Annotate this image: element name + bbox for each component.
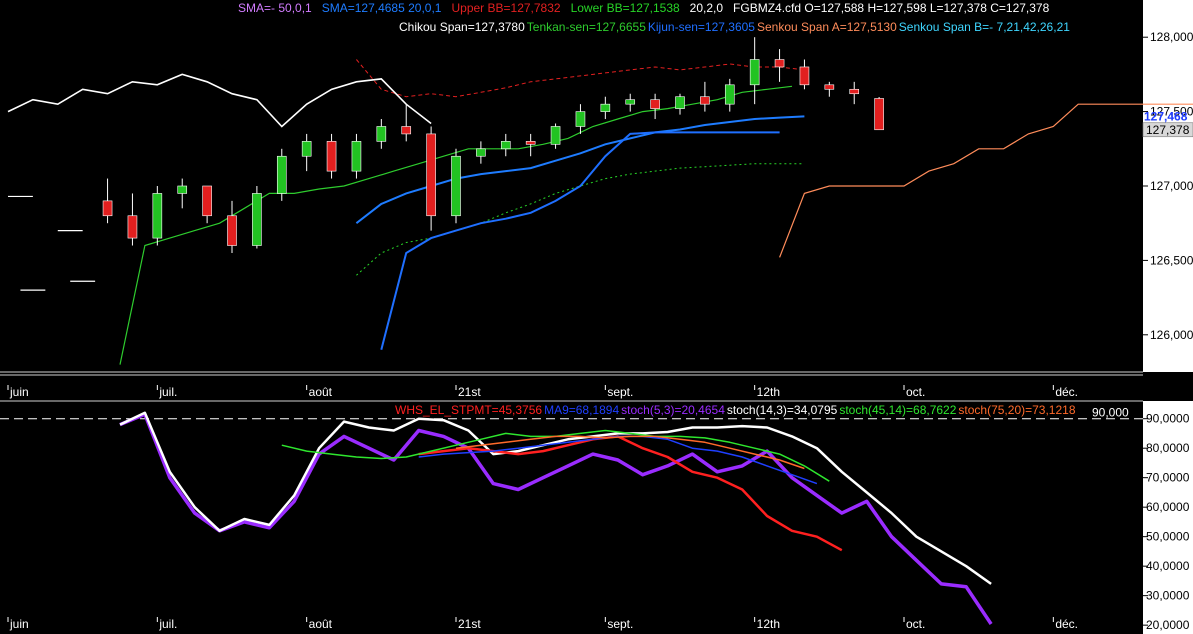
candle[interactable] (127, 215, 138, 239)
date-label: oct. (906, 617, 925, 631)
candle[interactable] (724, 84, 735, 105)
candle[interactable] (102, 200, 113, 217)
legend-entry: stoch(75,20)=73,1218 (958, 403, 1075, 417)
candle[interactable] (675, 96, 685, 109)
legend-entry: Kijun-sen=127,3605 (648, 20, 755, 34)
price-tick-label: 127,000 (1150, 179, 1193, 193)
candle[interactable] (799, 66, 810, 86)
legend-entry: Senkou Span B=- 7,21,42,26,21 (899, 20, 1070, 34)
legend-entry: Chikou Span=127,3780 (399, 20, 525, 34)
osc-tick-label: 80,0000 (1146, 441, 1190, 455)
level-90-label: 90,000 (1092, 406, 1129, 420)
date-label: 12th (757, 617, 780, 631)
osc-tick-label: 40,0000 (1146, 559, 1190, 573)
candle[interactable] (774, 59, 785, 68)
price-tick-label: 128,000 (1150, 30, 1193, 44)
legend-entry: FGBMZ4.cfd O=127,588 H=127,598 L=127,378… (733, 1, 1050, 15)
candle[interactable] (749, 59, 760, 86)
series-upper-bb[interactable] (356, 59, 805, 98)
legend-entry: MA9=68,1894 (544, 403, 619, 417)
candle[interactable] (451, 155, 461, 217)
series-lower-bb[interactable] (356, 163, 805, 276)
date-label: déc. (1055, 385, 1078, 399)
candle[interactable] (351, 141, 362, 172)
series-senkou-span-a[interactable] (779, 103, 1193, 258)
date-label: août (309, 617, 333, 631)
candle[interactable] (401, 126, 412, 135)
candle[interactable] (525, 141, 536, 145)
legend-entry: SMA=- 50,0,1 (238, 1, 312, 15)
candle[interactable] (376, 126, 387, 142)
last-price-label: 127,378 (1146, 123, 1190, 137)
osc-tick-label: 20,0000 (1146, 618, 1190, 632)
date-label: oct. (906, 385, 925, 399)
candle[interactable] (849, 88, 860, 95)
date-label: 12th (757, 385, 780, 399)
legend-entry: stoch(14,3)=34,0795 (727, 403, 838, 417)
candle[interactable] (202, 185, 212, 217)
candle[interactable] (575, 111, 586, 127)
oscillator-panel[interactable]: 90,000 (0, 406, 1143, 625)
legend-entry: Senkou Span A=127,5130 (757, 20, 897, 34)
price-legend-row1: SMA=- 50,0,1 SMA=127,4685 20,0,1 Upper BB=… (238, 1, 1050, 15)
date-label: sept. (607, 617, 633, 631)
candle[interactable] (476, 148, 486, 157)
date-axis-bottom: juin juil. août 21st sept. 12th oct. déc. (7, 617, 1078, 631)
osc-series-stoch-14-3-[interactable] (119, 411, 992, 585)
osc-tick-label: 50,0000 (1146, 530, 1190, 544)
candle[interactable] (252, 193, 262, 246)
date-label: déc. (1055, 617, 1078, 631)
osc-series-stoch-5-3-[interactable] (119, 412, 993, 625)
legend-entry: 20,2,0 (690, 1, 724, 15)
candle[interactable] (500, 141, 511, 150)
candle[interactable] (152, 193, 163, 239)
series-chikou-span[interactable] (7, 73, 432, 128)
price-tick-label: 126,500 (1150, 253, 1193, 267)
candle[interactable] (177, 185, 188, 194)
osc-tick-label: 30,0000 (1146, 589, 1190, 603)
date-label: 21st (458, 385, 481, 399)
date-label: juil. (158, 385, 177, 399)
oscillator-legend: WHS_EL_STPMT=45,3756 MA9=68,1894 stoch(5,3… (395, 403, 1076, 417)
date-label: août (309, 385, 333, 399)
legend-entry: stoch(5,3)=20,4654 (621, 403, 725, 417)
candle[interactable] (301, 141, 312, 157)
candle[interactable] (276, 155, 287, 194)
candle[interactable] (600, 103, 611, 112)
osc-tick-label: 60,0000 (1146, 500, 1190, 514)
series-kijun-sen[interactable] (380, 131, 780, 350)
price-tick-label: 126,000 (1150, 328, 1193, 342)
date-label: juin (9, 385, 29, 399)
legend-entry: Lower BB=127,1538 (571, 1, 680, 15)
date-axis-top: juin juil. août 21st sept. 12th oct. déc. (7, 385, 1078, 399)
osc-tick-label: 70,0000 (1146, 471, 1190, 485)
price-panel[interactable] (7, 37, 1193, 365)
candle[interactable] (426, 133, 436, 217)
chart-window: 128,000 127,500 127,000 126,500 126,000 127,4… (0, 0, 1193, 634)
price-legend-row2: Chikou Span=127,3780 Tenkan-sen=127,6655 K… (399, 20, 1070, 34)
candle[interactable] (700, 96, 710, 105)
date-label: juin (9, 617, 29, 631)
candle[interactable] (550, 126, 561, 145)
candle[interactable] (227, 215, 237, 246)
legend-entry: Upper BB=127,7832 (451, 1, 560, 15)
date-label: juil. (158, 617, 177, 631)
date-label: sept. (607, 385, 633, 399)
candle[interactable] (824, 84, 835, 90)
candle[interactable] (650, 99, 660, 109)
legend-entry: SMA=127,4685 20,0,1 (322, 1, 442, 15)
date-label: 21st (458, 617, 481, 631)
candle[interactable] (874, 98, 884, 131)
legend-entry: WHS_EL_STPMT=45,3756 (395, 403, 542, 417)
candle[interactable] (625, 99, 636, 105)
sma-price-marker: 127,468 (1144, 109, 1188, 123)
chart-canvas[interactable]: 128,000127,500127,000126,500126,000127,4… (0, 0, 1193, 634)
legend-entry: stoch(45,14)=68,7622 (839, 403, 956, 417)
candle[interactable] (326, 141, 337, 172)
osc-tick-label: 90,0000 (1146, 412, 1190, 426)
legend-entry: Tenkan-sen=127,6655 (527, 20, 646, 34)
